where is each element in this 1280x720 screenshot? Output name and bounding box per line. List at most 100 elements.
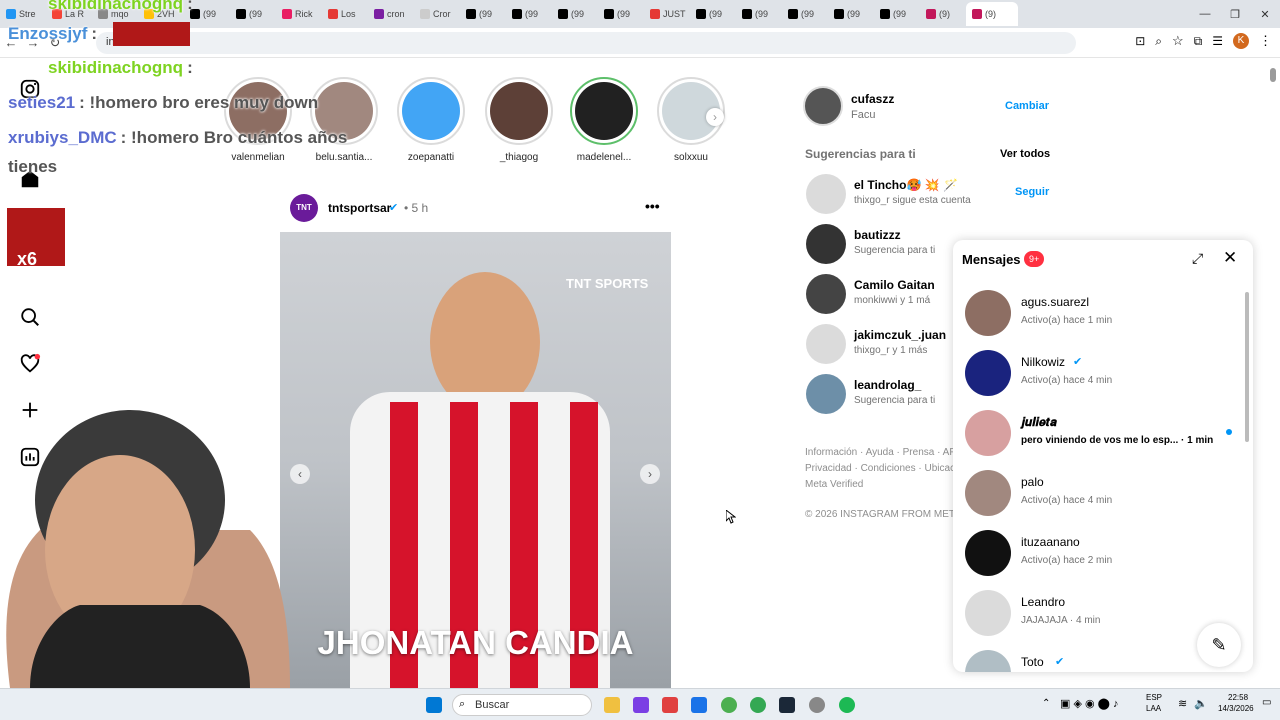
address-bar[interactable]: in — [96, 32, 1076, 54]
see-all-suggestions-link[interactable]: Ver todos — [1000, 148, 1050, 160]
taskbar-search[interactable]: ⌕ Buscar — [452, 694, 592, 716]
browser-tab[interactable]: (99 — [460, 2, 506, 26]
bookmark-star-icon[interactable]: ☆ — [1172, 33, 1184, 49]
profile-avatar[interactable]: K — [1233, 33, 1249, 49]
start-icon[interactable] — [426, 697, 442, 713]
chat-username: seties21 — [8, 93, 76, 112]
volume-icon[interactable]: 🔈 — [1194, 697, 1208, 710]
carousel-next-icon[interactable]: › — [640, 464, 660, 484]
browser-tab[interactable]: Cror — [414, 2, 460, 26]
app-icon-2[interactable] — [662, 697, 678, 713]
account-username[interactable]: cufaszz — [851, 92, 894, 106]
window-control-button[interactable]: ❐ — [1220, 8, 1250, 21]
post-media[interactable]: TNT SPORTS ‹ › JHONATAN CANDIA — [280, 232, 671, 688]
conversation-item[interactable]: palo Activo(a) hace 4 min — [965, 470, 1245, 522]
messages-scrollbar[interactable] — [1245, 292, 1249, 442]
window-control-button[interactable]: — — [1190, 8, 1220, 20]
footer-line[interactable]: Privacidad · Condiciones · Ubicació — [805, 463, 963, 474]
browser-tab[interactable]: JUST — [644, 2, 690, 26]
file-explorer-icon[interactable] — [604, 697, 620, 713]
footer-line[interactable]: Información · Ayuda · Prensa · API — [805, 447, 959, 458]
tray-icons[interactable]: ▣ ◈ ◉ ⬤ ♪ — [1060, 697, 1119, 710]
browser-tab[interactable]: Rick — [276, 2, 322, 26]
page-scrollbar[interactable] — [1266, 58, 1280, 688]
language-sub: LAA — [1146, 704, 1162, 713]
expand-icon[interactable]: ⤢ — [1192, 250, 1203, 267]
browser-tab[interactable]: (99 — [736, 2, 782, 26]
conversation-item[interactable]: ituzaanano Activo(a) hace 2 min — [965, 530, 1245, 582]
network-icon[interactable]: ≋ — [1178, 697, 1187, 710]
browser-tab[interactable]: (9) — [920, 2, 966, 26]
extensions-icon[interactable]: ⧉ — [1194, 34, 1203, 49]
install-icon[interactable]: ⊡ — [1135, 34, 1145, 48]
windows-taskbar: ⌕ Buscar ⌃ ▣ ◈ ◉ ⬤ ♪ ESP LAA ≋ 🔈 22:58 1… — [0, 688, 1280, 720]
notification-center-icon[interactable]: ▭ — [1262, 697, 1271, 708]
browser-tab[interactable]: (99 — [552, 2, 598, 26]
suggestion-username[interactable]: el Tincho🥵 💥 🪄 — [854, 178, 958, 192]
tab-title: JUST — [663, 9, 686, 19]
close-icon[interactable]: ✕ — [1223, 248, 1237, 268]
carousel-prev-icon[interactable]: ‹ — [290, 464, 310, 484]
story-item[interactable]: belu.santia... — [306, 77, 382, 163]
tray-chevron-icon[interactable]: ⌃ — [1042, 698, 1050, 709]
browser-tab[interactable]: (9) — [966, 2, 1018, 26]
suggestion-avatar[interactable] — [806, 274, 846, 314]
conversation-item[interactable]: 𝒋𝒖𝒍𝒊𝒆𝒕𝒂 pero viniendo de vos me lo esp...… — [965, 410, 1245, 462]
app-icon-1[interactable] — [633, 697, 649, 713]
notifications-heart-icon[interactable] — [18, 353, 42, 377]
suggestion-avatar[interactable] — [806, 374, 846, 414]
search-icon[interactable] — [18, 306, 42, 330]
switch-account-link[interactable]: Cambiar — [1005, 100, 1049, 112]
browser-tab[interactable]: (99 — [874, 2, 920, 26]
account-avatar[interactable] — [803, 86, 843, 126]
browser-tab[interactable]: (99 — [782, 2, 828, 26]
browser-tab[interactable]: (99 — [598, 2, 644, 26]
story-item[interactable]: madelenel... — [566, 77, 642, 163]
language-indicator[interactable]: ESP — [1146, 693, 1162, 702]
window-control-button[interactable]: ✕ — [1250, 8, 1280, 21]
suggestion-username[interactable]: jakimczuk_.juan — [854, 328, 946, 342]
browser-tab[interactable]: (99 — [230, 2, 276, 26]
story-item[interactable]: zoepanatti — [393, 77, 469, 163]
chrome-active-icon[interactable] — [750, 697, 766, 713]
post-author-avatar[interactable]: TNT — [290, 194, 318, 222]
browser-menu-icon[interactable]: ⋮ — [1259, 33, 1272, 49]
tab-title: Cror — [433, 9, 451, 19]
browser-tab[interactable]: (99 — [506, 2, 552, 26]
conversation-item[interactable]: Nilkowiz ✔ Activo(a) hace 4 min — [965, 350, 1245, 402]
messages-title[interactable]: Mensajes — [962, 252, 1021, 267]
post-options-icon[interactable]: ••• — [645, 198, 660, 214]
suggestion-avatar[interactable] — [806, 174, 846, 214]
story-item[interactable]: _thiagog — [481, 77, 557, 163]
post-author-name[interactable]: tntsportsar — [328, 201, 391, 215]
spotify-icon[interactable] — [839, 697, 855, 713]
browser-tab[interactable]: cron — [368, 2, 414, 26]
follow-button[interactable]: Seguir — [1015, 186, 1049, 198]
new-message-icon[interactable]: ✎ — [1197, 623, 1241, 667]
stories-next-icon[interactable]: › — [706, 108, 724, 126]
suggestion-avatar[interactable] — [806, 224, 846, 264]
messages-panel: Mensajes 9+ ⤢ ✕ agus.suarezl Activo(a) ha… — [953, 240, 1253, 672]
browser-tab[interactable]: Stre — [0, 2, 46, 26]
browser-tab[interactable]: (99 — [828, 2, 874, 26]
reading-list-icon[interactable]: ☰ — [1212, 34, 1223, 48]
zoom-icon[interactable]: ⌕ — [1155, 34, 1162, 49]
clock-time[interactable]: 22:58 — [1228, 693, 1248, 702]
footer-line[interactable]: Meta Verified — [805, 479, 863, 490]
suggestion-username[interactable]: bautizzz — [854, 228, 901, 242]
conversation-name: agus.suarezl — [1021, 295, 1090, 309]
conversation-avatar — [965, 410, 1011, 456]
steam-icon[interactable] — [779, 697, 795, 713]
suggestion-username[interactable]: leandrolag_ — [854, 378, 921, 392]
browser-tab[interactable]: (99 — [690, 2, 736, 26]
browser-tab[interactable]: Los — [322, 2, 368, 26]
chrome-icon[interactable] — [721, 697, 737, 713]
conversation-item[interactable]: agus.suarezl Activo(a) hace 1 min — [965, 290, 1245, 342]
store-icon[interactable] — [691, 697, 707, 713]
scrollbar-thumb[interactable] — [1270, 68, 1276, 82]
story-item[interactable]: valenmelian — [220, 77, 296, 163]
obs-icon[interactable] — [809, 697, 825, 713]
suggestion-avatar[interactable] — [806, 324, 846, 364]
chat-text: : !homero Bro cuántos años — [120, 128, 348, 147]
suggestion-username[interactable]: Camilo Gaitan — [854, 278, 935, 292]
